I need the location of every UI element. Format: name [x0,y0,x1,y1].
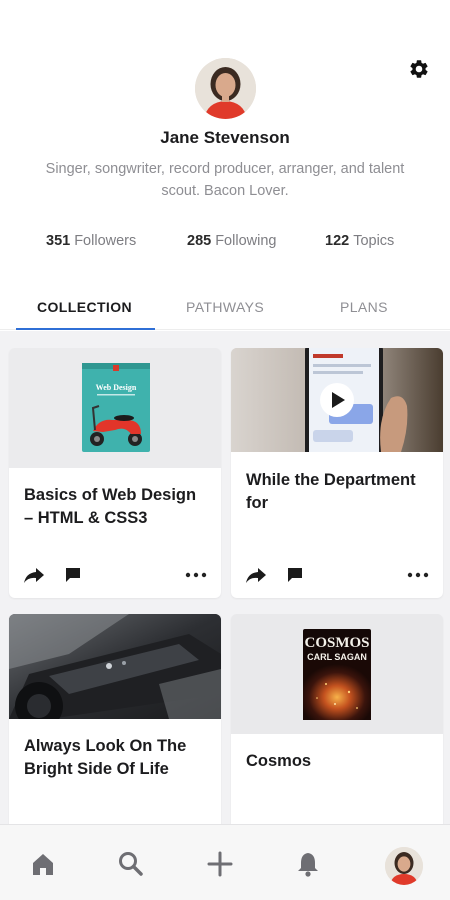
collection-card[interactable]: COSMOS CARL SAGAN Cosmos [231,614,443,834]
comment-icon[interactable] [64,566,82,589]
book-cover-title: Web Design [96,383,137,392]
card-title: While the Department for [246,471,416,512]
active-tab-indicator [16,328,155,330]
card-actions [23,566,207,584]
share-icon[interactable] [23,566,45,589]
tab-pathways[interactable]: PATHWAYS [186,299,264,315]
comment-icon[interactable] [286,566,304,589]
profile-avatar[interactable] [195,58,256,119]
settings-gear-icon[interactable] [408,58,430,80]
book-cover-author: CARL SAGAN [307,652,367,662]
topics-count: 122 [325,233,350,249]
share-icon[interactable] [245,566,267,589]
card-thumbnail-video [231,348,443,452]
bottom-navigation [0,824,450,900]
card-title: Always Look On The Bright Side Of Life [24,737,187,778]
bell-icon[interactable] [294,850,322,878]
card-thumbnail-web-design-book: Web Design [9,348,221,468]
card-thumbnail-photo [9,614,221,719]
profile-stats: 351 Followers 285 Following 122 Topics [0,233,450,253]
topics-label: Topics [353,233,395,249]
followers-stat[interactable]: 351 Followers [46,233,136,249]
home-icon[interactable] [29,850,57,878]
book-cover-title: COSMOS [304,635,369,651]
following-count: 285 [187,233,212,249]
avatar[interactable] [385,847,423,885]
profile-bio: Singer, songwriter, record producer, arr… [45,161,405,199]
search-icon[interactable] [117,850,145,878]
card-actions [245,566,429,584]
followers-label: Followers [74,233,137,249]
card-title: Cosmos [246,752,312,770]
profile-tabs: COLLECTION PATHWAYS PLANS [0,272,450,330]
more-icon[interactable] [185,566,207,589]
collection-card[interactable]: While the Department for [231,348,443,598]
tab-plans[interactable]: PLANS [340,299,388,315]
more-icon[interactable] [407,566,429,589]
followers-count: 351 [46,233,71,249]
following-label: Following [215,233,277,249]
collection-card[interactable]: Always Look On The Bright Side Of Life [9,614,221,834]
add-icon[interactable] [206,850,234,878]
topics-stat[interactable]: 122 Topics [325,233,394,249]
collection-card[interactable]: Web Design Basics of Web Design – HTML &… [9,348,221,598]
card-thumbnail-cosmos-book: COSMOS CARL SAGAN [231,614,443,734]
tab-collection[interactable]: COLLECTION [37,299,132,315]
profile-name: Jane Stevenson [160,128,290,147]
following-stat[interactable]: 285 Following [187,233,276,249]
profile-header: Jane Stevenson Singer, songwriter, recor… [0,0,450,272]
card-title: Basics of Web Design – HTML & CSS3 [24,486,197,527]
